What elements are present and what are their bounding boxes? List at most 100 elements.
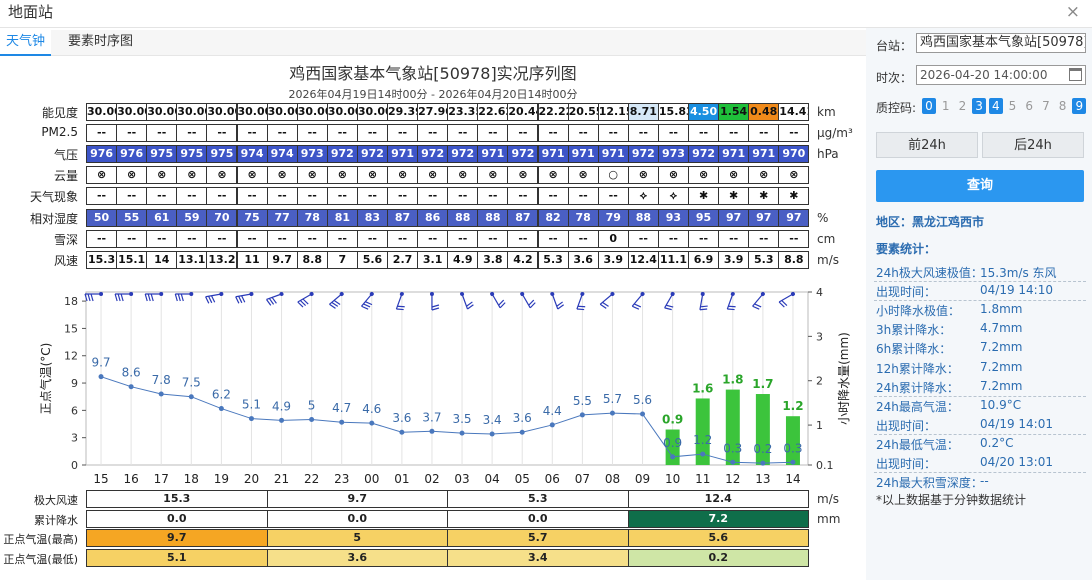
x-tick-label: 09 <box>635 472 650 486</box>
qc-code-1[interactable]: 1 <box>939 98 953 114</box>
x-tick-label: 20 <box>244 472 259 486</box>
cell-15: 971 <box>537 145 569 164</box>
close-icon[interactable]: × <box>1066 2 1080 22</box>
summary-cell: 5.3 <box>447 490 629 508</box>
cell-21: -- <box>718 124 750 143</box>
cell-18: ⊗ <box>627 166 659 185</box>
cell-20: 95 <box>688 208 720 227</box>
cell-0: 976 <box>86 145 118 164</box>
summary-row-label: 正点气温(最高) <box>3 533 78 546</box>
cell-5: -- <box>236 124 268 143</box>
x-tick-label: 03 <box>454 472 469 486</box>
next-24h-button[interactable]: 后24h <box>982 132 1084 158</box>
stat-key: 24h累计降水： <box>876 380 959 395</box>
cell-20: 6.9 <box>688 250 720 269</box>
summary-cell: 5.1 <box>86 548 268 567</box>
cell-14: 20.44 <box>507 103 539 121</box>
cell-13: -- <box>477 187 509 206</box>
cell-7: -- <box>296 187 328 206</box>
temperature-label: 4.9 <box>272 399 291 413</box>
tab-element-series[interactable]: 要素时序图 <box>62 30 139 56</box>
qc-code-3[interactable]: 3 <box>972 98 987 114</box>
cell-3: 975 <box>176 145 208 164</box>
qc-code-9[interactable]: 9 <box>1072 98 1087 114</box>
cell-0: -- <box>86 124 118 143</box>
cell-15: -- <box>537 124 569 143</box>
cell-12: ⊗ <box>447 166 479 185</box>
stat-key: 3h累计降水： <box>876 323 952 338</box>
cell-16: ⊗ <box>567 166 599 185</box>
cell-4: -- <box>206 187 238 206</box>
row-label: 天气现象 <box>29 190 78 205</box>
summary-cell: 15.3 <box>86 490 268 508</box>
temperature-point <box>549 422 555 428</box>
summary-cell: 5.6 <box>627 529 809 547</box>
temperature-point <box>670 454 676 460</box>
query-button[interactable]: 查询 <box>876 170 1084 202</box>
cell-15: -- <box>537 229 569 248</box>
cell-17: 971 <box>597 145 629 164</box>
cell-13: 3.8 <box>477 250 509 269</box>
temperature-point <box>309 416 315 422</box>
qc-code-5[interactable]: 5 <box>1006 98 1020 114</box>
cell-1: 30.00 <box>116 103 148 121</box>
cell-7: 30.00 <box>296 103 328 121</box>
summary-cell: 5 <box>266 529 448 547</box>
cell-19: ⊗ <box>657 166 689 185</box>
stat-value: 10.9°C <box>980 397 1022 412</box>
temperature-label: 7.5 <box>182 376 201 390</box>
cell-20: ⊗ <box>688 166 720 185</box>
qc-code-2[interactable]: 2 <box>955 98 969 114</box>
cell-1: 55 <box>116 208 148 227</box>
cell-11: 972 <box>417 145 449 164</box>
cell-10: ⊗ <box>387 166 419 185</box>
qc-code-0[interactable]: 0 <box>922 98 936 114</box>
cell-14: -- <box>507 187 539 206</box>
cell-2: -- <box>146 124 178 143</box>
barb-dot <box>129 292 134 296</box>
qc-code-4[interactable]: 4 <box>988 98 1003 114</box>
prev-24h-button[interactable]: 前24h <box>876 132 978 158</box>
x-tick-label: 18 <box>184 472 199 486</box>
chart-subtitle: 2026年04月19日14时00分 - 2026年04月20日14时00分 <box>288 88 578 101</box>
cell-21: 1.54 <box>718 103 750 121</box>
cell-17: ○ <box>597 166 629 185</box>
summary-row-label: 极大风速 <box>34 494 78 507</box>
station-input[interactable]: 鸡西国家基本气象站[50978] <box>916 33 1086 53</box>
stat-key: 24h最低气温： <box>876 437 959 452</box>
cell-23: 14.41 <box>778 103 810 121</box>
cell-4: ⊗ <box>206 166 238 185</box>
cell-14: -- <box>507 124 539 143</box>
cell-19: 93 <box>657 208 689 227</box>
cell-5: -- <box>236 229 268 248</box>
cell-10: 87 <box>387 208 419 227</box>
cell-22: ✱ <box>748 187 780 206</box>
window-title: 地面站 <box>8 3 54 21</box>
qc-code-6[interactable]: 6 <box>1022 98 1036 114</box>
row-label: PM2.5 <box>41 125 78 140</box>
cell-3: 59 <box>176 208 208 227</box>
x-tick-label: 11 <box>695 472 710 486</box>
temperature-point <box>218 406 224 412</box>
summary-cell: 9.7 <box>266 490 448 508</box>
stat-value: 1.8mm <box>980 302 1023 317</box>
cell-2: ⊗ <box>146 166 178 185</box>
time-input[interactable]: 2026-04-20 14:00:00 <box>916 65 1086 85</box>
qc-code-7[interactable]: 7 <box>1039 98 1053 114</box>
summary-row-label: 正点气温(最低) <box>3 552 78 566</box>
cell-4: -- <box>206 229 238 248</box>
cell-2: -- <box>146 187 178 206</box>
x-tick-label: 23 <box>334 472 349 486</box>
cell-1: -- <box>116 187 148 206</box>
cell-15: ⊗ <box>537 166 569 185</box>
cell-6: 9.7 <box>266 250 298 269</box>
x-tick-label: 00 <box>364 472 379 486</box>
cell-18: 12.4 <box>627 250 659 269</box>
cell-3: 30.00 <box>176 103 208 121</box>
tab-weather-clock[interactable]: 天气钟 <box>0 30 52 56</box>
y-tick-label: 12 <box>64 350 78 363</box>
calendar-icon[interactable] <box>1069 68 1082 81</box>
cell-17: -- <box>597 187 629 206</box>
cell-14: 972 <box>507 145 539 164</box>
qc-code-8[interactable]: 8 <box>1056 98 1070 114</box>
